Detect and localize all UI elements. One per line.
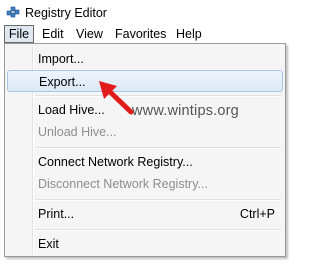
menu-item-exit[interactable]: Exit bbox=[7, 233, 283, 255]
menu-item-label: Disconnect Network Registry... bbox=[38, 177, 208, 191]
red-arrow-icon bbox=[95, 80, 135, 116]
menu-view[interactable]: View bbox=[76, 25, 103, 43]
title-bar: Registry Editor bbox=[0, 0, 331, 25]
menu-item-print[interactable]: Print... Ctrl+P bbox=[7, 203, 283, 225]
menu-item-label: Connect Network Registry... bbox=[38, 155, 193, 169]
menu-item-disconnect-network-registry: Disconnect Network Registry... bbox=[7, 173, 283, 195]
menu-item-label: Export... bbox=[39, 75, 86, 89]
menu-bar: File Edit View Favorites Help bbox=[0, 25, 331, 44]
watermark-text: www.wintips.org bbox=[132, 103, 239, 119]
menu-item-export[interactable]: Export... bbox=[7, 70, 283, 92]
menu-item-shortcut: Ctrl+P bbox=[239, 207, 275, 221]
menu-item-unload-hive: Unload Hive... bbox=[7, 121, 283, 143]
window-title: Registry Editor bbox=[25, 6, 107, 20]
menu-help[interactable]: Help bbox=[176, 25, 202, 43]
menu-item-connect-network-registry[interactable]: Connect Network Registry... bbox=[7, 151, 283, 173]
menu-item-label: Exit bbox=[38, 237, 59, 251]
menu-separator bbox=[35, 229, 281, 231]
file-menu-dropdown: Import... Export... Load Hive... Unload … bbox=[4, 43, 286, 257]
menu-file[interactable]: File bbox=[4, 25, 34, 43]
menu-item-label: Print... bbox=[38, 207, 75, 221]
registry-editor-icon bbox=[6, 5, 20, 19]
menu-item-label: Import... bbox=[38, 52, 84, 66]
menu-item-label: Unload Hive... bbox=[38, 125, 117, 139]
menu-separator bbox=[35, 95, 281, 97]
menu-separator bbox=[35, 199, 281, 201]
menu-separator bbox=[35, 147, 281, 149]
menu-edit[interactable]: Edit bbox=[42, 25, 64, 43]
menu-item-import[interactable]: Import... bbox=[7, 48, 283, 70]
menu-favorites[interactable]: Favorites bbox=[115, 25, 166, 43]
